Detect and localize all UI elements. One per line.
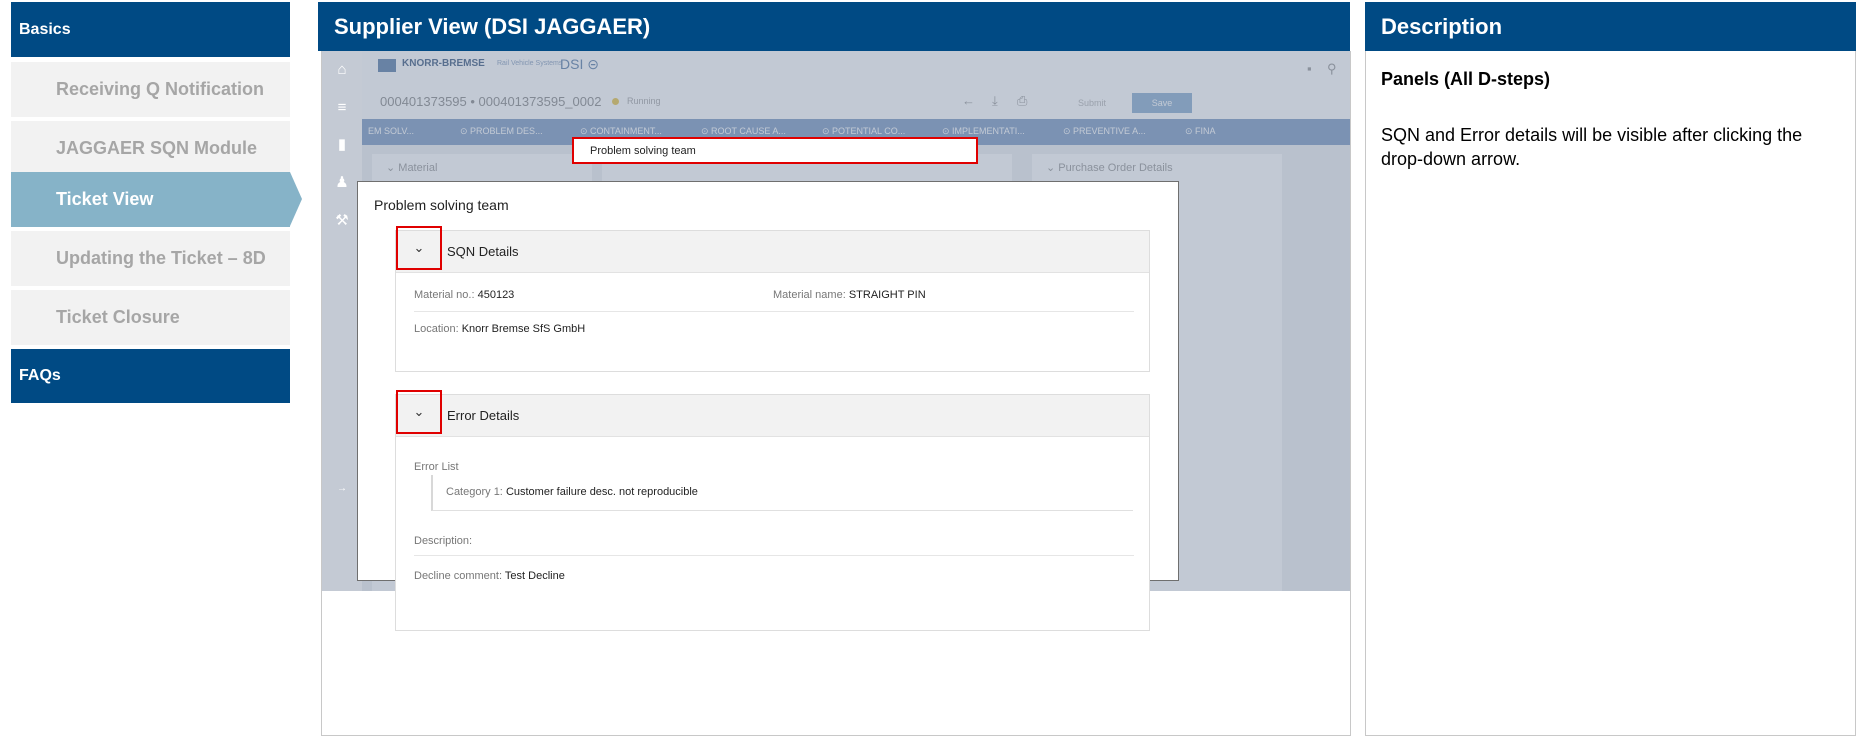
database-icon[interactable]: ≡	[333, 100, 351, 116]
description-header: Description	[1365, 2, 1856, 51]
problem-solving-team-highlight[interactable]: Problem solving team	[572, 137, 978, 164]
home-icon[interactable]: ⌂	[333, 62, 351, 78]
app-screenshot: KNORR-BREMSE Rail Vehicle Systems DSI ⊝ …	[321, 51, 1351, 736]
nav-active-arrow	[290, 172, 302, 226]
panel-title: Problem solving team	[374, 197, 509, 213]
expand-arrow-icon[interactable]: →	[333, 481, 351, 497]
description-field: Description:	[414, 535, 473, 547]
nav-item-label: Ticket View	[56, 189, 154, 209]
support-icon[interactable]: ♟	[333, 175, 351, 191]
error-list-label: Error List	[414, 461, 459, 473]
nav-faqs-label: FAQs	[19, 367, 61, 384]
sqn-details-header[interactable]: ⌄ SQN Details	[396, 226, 1149, 273]
nav-item-label: Receiving Q Notification	[56, 79, 265, 99]
sqn-details-panel: ⌄ SQN Details Material no.: 450123 Mater…	[395, 226, 1150, 372]
location-field: Location: Knorr Bremse SfS GmbH	[414, 323, 586, 335]
decline-comment-field: Decline comment: Test Decline	[414, 570, 565, 582]
category-field: Category 1: Customer failure desc. not r…	[446, 486, 698, 498]
description-panel: Panels (All D-steps) SQN and Error detai…	[1365, 51, 1856, 736]
nav-item-label: Ticket Closure	[56, 307, 180, 327]
tools-icon[interactable]: ⚒	[333, 213, 351, 229]
divider	[414, 555, 1134, 556]
nav-item-ticket-closure[interactable]: Ticket Closure	[11, 290, 290, 345]
chevron-down-icon[interactable]: ⌄	[396, 390, 442, 434]
material-name-field: Material name: STRAIGHT PIN	[773, 289, 926, 301]
problem-solving-team-panel: Problem solving team ⌄ SQN Details Mater…	[357, 181, 1179, 631]
nav-item-jaggaer-sqn-module[interactable]: JAGGAER SQN Module	[11, 121, 290, 176]
nav-item-updating-ticket-8d[interactable]: Updating the Ticket – 8D	[11, 231, 290, 286]
error-details-header[interactable]: ⌄ Error Details	[396, 390, 1149, 437]
nav-basics-label: Basics	[19, 20, 71, 38]
nav-item-ticket-view[interactable]: Ticket View	[11, 172, 290, 227]
material-no-field: Material no.: 450123	[414, 289, 515, 301]
chevron-down-icon[interactable]: ⌄	[396, 226, 442, 270]
nav-faqs-header[interactable]: FAQs	[11, 349, 290, 403]
nav-item-receiving-q-notification[interactable]: Receiving Q Notification	[11, 62, 290, 117]
description-header-label: Description	[1381, 13, 1503, 39]
supplier-view-title: Supplier View (DSI JAGGAER)	[334, 13, 651, 39]
sqn-details-title: SQN Details	[447, 244, 519, 259]
error-details-title: Error Details	[447, 408, 520, 423]
nav-basics-header[interactable]: Basics	[11, 2, 290, 57]
description-text: SQN and Error details will be visible af…	[1381, 125, 1803, 169]
error-details-panel: ⌄ Error Details Error List Category 1: C…	[395, 390, 1150, 631]
error-list-item: Category 1: Customer failure desc. not r…	[431, 475, 1133, 511]
documents-icon[interactable]: ▮	[333, 137, 351, 153]
supplier-view-header: Supplier View (DSI JAGGAER)	[318, 2, 1350, 51]
icon-rail: ⌂ ≡ ▮ ♟ ⚒ →	[322, 51, 362, 591]
nav-item-label: JAGGAER SQN Module	[56, 138, 258, 158]
nav-item-label: Updating the Ticket – 8D	[56, 248, 266, 268]
divider	[414, 311, 1134, 312]
description-title: Panels (All D-steps)	[1381, 69, 1551, 89]
